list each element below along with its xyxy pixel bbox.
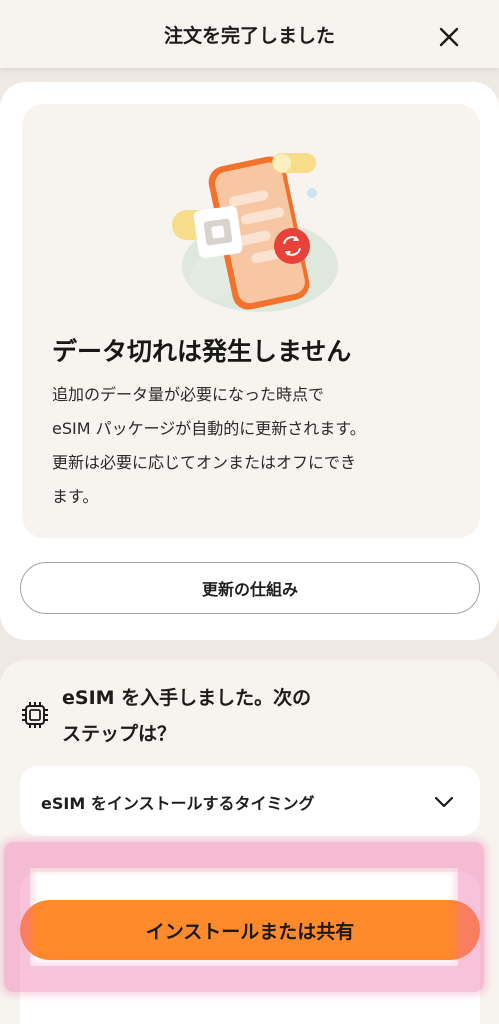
close-icon[interactable] [434,22,464,52]
install-timing-accordion[interactable]: eSIM をインストールするタイミング [20,766,480,836]
install-or-share-button[interactable]: インストールまたは共有 [20,900,480,960]
auto-renew-info-panel: データ切れは発生しません 追加のデータ量が必要になった時点で eSIM パッケー… [22,104,480,538]
description-line: eSIM パッケージが自動的に更新されます。 [52,419,366,438]
chevron-down-icon[interactable] [432,790,456,814]
description-line: 更新は必要に応じてオンまたはオフにでき [52,453,357,472]
heading-line: eSIM を入手しました。次の [62,687,312,709]
description-line: ます。 [52,487,99,506]
top-bar: 注文を完了しました [0,0,499,68]
how-renewal-works-button[interactable]: 更新の仕組み [20,562,480,614]
next-steps-card: eSIM を入手しました。次の ステップは？ eSIM をインストールするタイミ… [0,660,499,1024]
heading-line: ステップは？ [62,723,177,745]
page-title: 注文を完了しました [163,25,335,47]
chip-icon [22,702,48,728]
next-steps-heading: eSIM を入手しました。次の ステップは？ [62,680,382,752]
auto-renew-card: データ切れは発生しません 追加のデータ量が必要になった時点で eSIM パッケー… [0,82,499,640]
accordion-label: eSIM をインストールするタイミング [41,794,315,813]
no-data-outage-heading: データ切れは発生しません [52,337,352,366]
auto-renew-description: 追加のデータ量が必要になった時点で eSIM パッケージが自動的に更新されます。… [52,378,462,514]
description-line: 追加のデータ量が必要になった時点で [52,385,325,404]
close-button[interactable] [434,22,464,52]
phone-esim-refresh-icon [172,153,338,312]
